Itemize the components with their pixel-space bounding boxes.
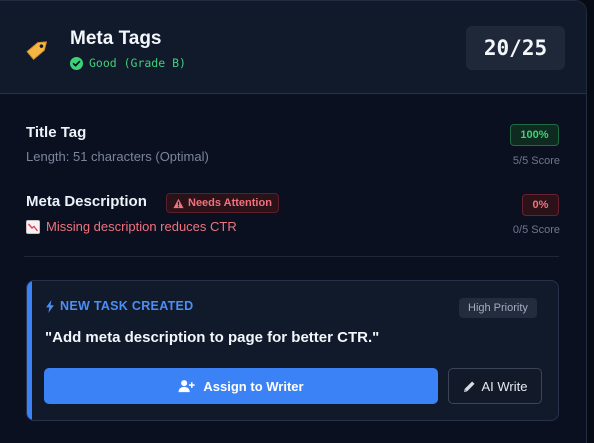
- task-description: "Add meta description to page for better…: [45, 329, 380, 346]
- meta-description-percent-badge: 0%: [522, 194, 559, 216]
- needs-attention-badge: Needs Attention: [166, 193, 279, 213]
- lightning-icon: [46, 299, 54, 313]
- ai-write-button[interactable]: AI Write: [448, 368, 542, 404]
- check-circle-icon: [70, 56, 83, 70]
- meta-tags-card: Meta Tags Good (Grade B) 20/25 Title Tag…: [0, 0, 587, 443]
- warning-icon: [173, 198, 184, 208]
- ai-write-label: AI Write: [481, 378, 528, 394]
- priority-badge: High Priority: [459, 298, 537, 318]
- title-tag-score: 5/5 Score: [512, 155, 560, 167]
- task-heading-text: NEW TASK CREATED: [60, 299, 194, 313]
- title-tag-detail: Length: 51 characters (Optimal): [26, 149, 209, 164]
- task-accent-bar: [27, 281, 32, 420]
- section-divider: [24, 256, 559, 257]
- meta-description-score: 0/5 Score: [512, 224, 560, 236]
- meta-description-issue: Missing description reduces CTR: [26, 219, 237, 234]
- new-task-panel: NEW TASK CREATED High Priority "Add meta…: [26, 280, 559, 421]
- card-header: Meta Tags Good (Grade B) 20/25: [0, 1, 586, 94]
- needs-attention-text: Needs Attention: [188, 197, 272, 209]
- total-score: 20/25: [466, 26, 565, 70]
- issue-text: Missing description reduces CTR: [46, 219, 237, 234]
- tag-icon: [26, 41, 48, 60]
- title-tag-percent-badge: 100%: [510, 124, 559, 146]
- page-title: Meta Tags: [70, 28, 162, 49]
- title-tag-label: Title Tag: [26, 124, 87, 141]
- grade-status: Good (Grade B): [89, 56, 186, 70]
- user-plus-icon: [178, 380, 196, 393]
- assign-to-writer-label: Assign to Writer: [203, 378, 304, 394]
- pencil-icon: [463, 380, 475, 392]
- meta-description-label: Meta Description: [26, 193, 147, 210]
- chart-decreasing-icon: [26, 219, 40, 234]
- assign-to-writer-button[interactable]: Assign to Writer: [44, 368, 438, 404]
- grade-row: Good (Grade B): [70, 56, 186, 70]
- task-heading: NEW TASK CREATED: [45, 299, 194, 313]
